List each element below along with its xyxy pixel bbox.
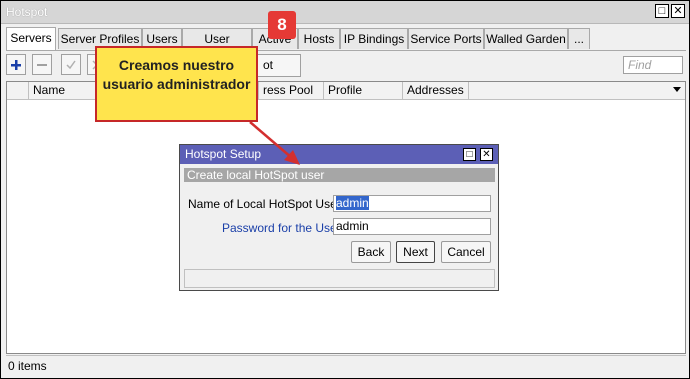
tab-servers[interactable]: Servers (6, 27, 56, 50)
chevron-down-icon (673, 87, 681, 92)
minus-icon (37, 64, 47, 66)
dialog-status-bar (184, 269, 495, 288)
password-field[interactable]: admin (333, 218, 491, 235)
column-address-pool[interactable]: ress Pool (259, 82, 324, 99)
user-name-field[interactable]: admin (333, 195, 491, 212)
hotspot-setup-button[interactable]: ot Setup (256, 54, 302, 93)
column-profile[interactable]: Profile (324, 82, 403, 99)
remove-button[interactable] (32, 54, 52, 75)
column-menu-dropdown[interactable] (669, 82, 685, 99)
restore-icon[interactable]: □ (655, 4, 669, 18)
user-name-label: Name of Local HotSpot User: (188, 197, 345, 211)
hotspot-setup-dialog: Hotspot Setup □ ✕ Create local HotSpot u… (179, 144, 499, 291)
tab-more[interactable]: ... (568, 28, 590, 49)
add-button[interactable] (6, 54, 26, 75)
plus-icon (11, 60, 21, 70)
enable-button[interactable] (61, 54, 81, 75)
cancel-button[interactable]: Cancel (441, 241, 491, 263)
tab-service-ports[interactable]: Service Ports (408, 28, 484, 49)
close-icon[interactable]: ✕ (671, 4, 685, 18)
annotation-callout: Creamos nuestro usuario administrador (95, 46, 258, 122)
dialog-close-icon[interactable]: ✕ (480, 148, 493, 161)
window-titlebar: Hotspot □ ✕ (1, 1, 689, 24)
check-icon (66, 60, 76, 70)
column-addresses[interactable]: Addresses ... (403, 82, 469, 99)
tab-hosts[interactable]: Hosts (298, 28, 340, 49)
step-badge: 8 (268, 11, 296, 39)
find-input[interactable]: Find (623, 56, 683, 74)
next-button[interactable]: Next (396, 241, 435, 263)
tab-ip-bindings[interactable]: IP Bindings (340, 28, 408, 49)
user-name-value: admin (336, 196, 369, 210)
status-bar: 0 items (6, 355, 686, 375)
back-button[interactable]: Back (351, 241, 391, 263)
window-title: Hotspot (6, 5, 48, 19)
password-label: Password for the User: (222, 221, 345, 235)
column-flags (7, 82, 29, 99)
dialog-title: Hotspot Setup (180, 145, 498, 164)
dialog-restore-icon[interactable]: □ (463, 148, 476, 161)
tab-walled-garden[interactable]: Walled Garden (484, 28, 568, 49)
dialog-section-header: Create local HotSpot user (184, 168, 495, 182)
password-value: admin (336, 219, 369, 233)
